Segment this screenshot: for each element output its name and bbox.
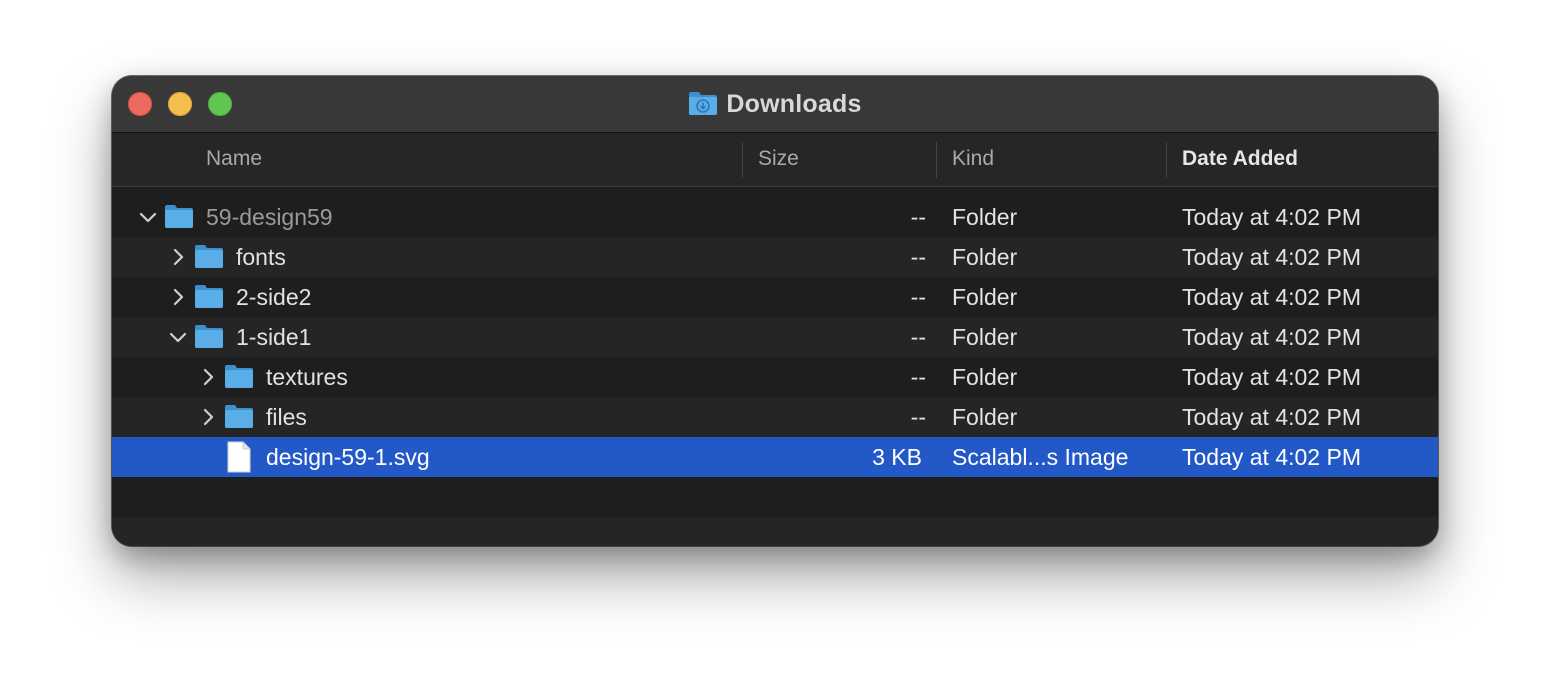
list-item-fonts[interactable]: fonts -- Folder Today at 4:02 PM xyxy=(112,237,1438,277)
item-date-added: Today at 4:02 PM xyxy=(1182,324,1361,350)
column-header-name[interactable]: Name xyxy=(206,133,262,186)
item-size: 3 KB xyxy=(872,444,922,470)
downloads-folder-icon xyxy=(689,92,718,115)
chevron-down-icon[interactable] xyxy=(168,327,188,347)
file-list: 59-design59 -- Folder Today at 4:02 PM f… xyxy=(112,197,1438,546)
item-date-added: Today at 4:02 PM xyxy=(1182,444,1361,470)
column-divider[interactable] xyxy=(936,142,937,178)
column-divider[interactable] xyxy=(742,142,743,178)
document-icon xyxy=(227,441,251,473)
item-name: fonts xyxy=(236,244,286,270)
list-item-textures[interactable]: textures -- Folder Today at 4:02 PM xyxy=(112,357,1438,397)
item-size: -- xyxy=(910,324,926,350)
folder-icon xyxy=(195,285,223,308)
item-date-added: Today at 4:02 PM xyxy=(1182,204,1361,230)
folder-icon xyxy=(195,245,223,268)
folder-icon xyxy=(165,205,193,228)
item-date-added: Today at 4:02 PM xyxy=(1182,284,1361,310)
item-kind: Folder xyxy=(952,284,1018,310)
empty-row xyxy=(112,477,1438,517)
list-item-files[interactable]: files -- Folder Today at 4:02 PM xyxy=(112,397,1438,437)
empty-row xyxy=(112,517,1438,546)
chevron-right-icon[interactable] xyxy=(168,247,188,267)
item-name: 59-design59 xyxy=(206,204,333,230)
item-name: textures xyxy=(266,364,348,390)
column-header-kind[interactable]: Kind xyxy=(952,133,994,186)
column-header-date-added[interactable]: Date Added xyxy=(1182,133,1298,186)
item-kind: Scalabl...s Image xyxy=(952,444,1129,470)
item-size: -- xyxy=(910,244,926,270)
list-item-1-side1[interactable]: 1-side1 -- Folder Today at 4:02 PM xyxy=(112,317,1438,357)
chevron-right-icon[interactable] xyxy=(168,287,188,307)
item-date-added: Today at 4:02 PM xyxy=(1182,404,1361,430)
item-kind: Folder xyxy=(952,244,1018,270)
folder-icon xyxy=(195,325,223,348)
item-size: -- xyxy=(910,404,926,430)
window-title: Downloads xyxy=(726,89,862,118)
item-kind: Folder xyxy=(952,324,1018,350)
column-header: Name Size Kind Date Added xyxy=(112,133,1438,187)
item-kind: Folder xyxy=(952,404,1018,430)
folder-icon xyxy=(225,405,253,428)
list-item-2-side2[interactable]: 2-side2 -- Folder Today at 4:02 PM xyxy=(112,277,1438,317)
item-date-added: Today at 4:02 PM xyxy=(1182,364,1361,390)
column-header-size[interactable]: Size xyxy=(758,133,799,186)
list-item-59-design59[interactable]: 59-design59 -- Folder Today at 4:02 PM xyxy=(112,197,1438,237)
folder-icon xyxy=(225,365,253,388)
finder-window: Downloads Name Size Kind Date Added 59-d… xyxy=(112,76,1438,546)
chevron-down-icon[interactable] xyxy=(138,207,158,227)
list-item-design-59-1-svg[interactable]: design-59-1.svg 3 KB Scalabl...s Image T… xyxy=(112,437,1438,477)
item-name: design-59-1.svg xyxy=(266,444,430,470)
item-name: files xyxy=(266,404,307,430)
window-title-group: Downloads xyxy=(112,76,1438,132)
item-kind: Folder xyxy=(952,364,1018,390)
chevron-right-icon[interactable] xyxy=(198,407,218,427)
item-date-added: Today at 4:02 PM xyxy=(1182,244,1361,270)
item-size: -- xyxy=(910,284,926,310)
chevron-right-icon[interactable] xyxy=(198,367,218,387)
title-bar[interactable]: Downloads xyxy=(112,76,1438,133)
item-size: -- xyxy=(910,364,926,390)
item-name: 2-side2 xyxy=(236,284,312,310)
item-size: -- xyxy=(910,204,926,230)
column-divider[interactable] xyxy=(1166,142,1167,178)
item-name: 1-side1 xyxy=(236,324,312,350)
item-kind: Folder xyxy=(952,204,1018,230)
